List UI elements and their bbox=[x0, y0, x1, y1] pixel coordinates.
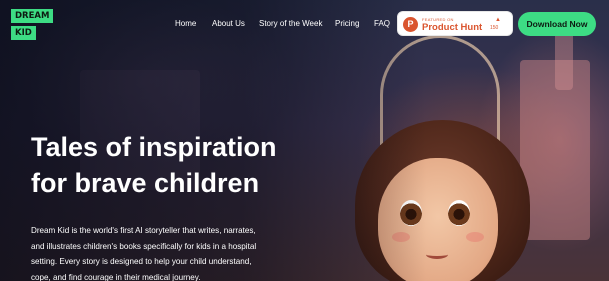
product-hunt-icon: P bbox=[403, 17, 418, 32]
upvote-count: 150 bbox=[490, 25, 499, 31]
nav-about-us[interactable]: About Us bbox=[212, 17, 245, 31]
description-line: cope, and find courage in their medical … bbox=[31, 272, 201, 281]
nav-story-of-the-week[interactable]: Story of the Week bbox=[259, 17, 322, 31]
headline-line-1: Tales of inspiration bbox=[31, 132, 277, 162]
logo-line-2: KID bbox=[11, 26, 36, 40]
product-hunt-badge[interactable]: P FEATURED ON Product Hunt ▲ 150 bbox=[397, 11, 513, 36]
headline-line-2: for brave children bbox=[31, 168, 260, 198]
brand-logo[interactable]: DREAM KID bbox=[11, 9, 54, 43]
nav-pricing[interactable]: Pricing bbox=[335, 17, 359, 31]
hero-headline: Tales of inspiration for brave children bbox=[31, 129, 331, 201]
hero-description: Dream Kid is the world's first AI storyt… bbox=[31, 223, 301, 281]
description-line: and illustrates children's books specifi… bbox=[31, 241, 257, 251]
nav-home[interactable]: Home bbox=[175, 17, 196, 31]
logo-line-1: DREAM bbox=[11, 9, 54, 23]
product-hunt-name: Product Hunt bbox=[422, 22, 483, 33]
nav-faq[interactable]: FAQ bbox=[374, 17, 390, 31]
upvote-arrow-icon: ▲ bbox=[495, 17, 501, 23]
description-line: setting. Every story is designed to help… bbox=[31, 257, 252, 266]
download-now-button[interactable]: Download Now bbox=[518, 12, 596, 36]
description-line: Dream Kid is the world's first AI storyt… bbox=[31, 226, 256, 235]
